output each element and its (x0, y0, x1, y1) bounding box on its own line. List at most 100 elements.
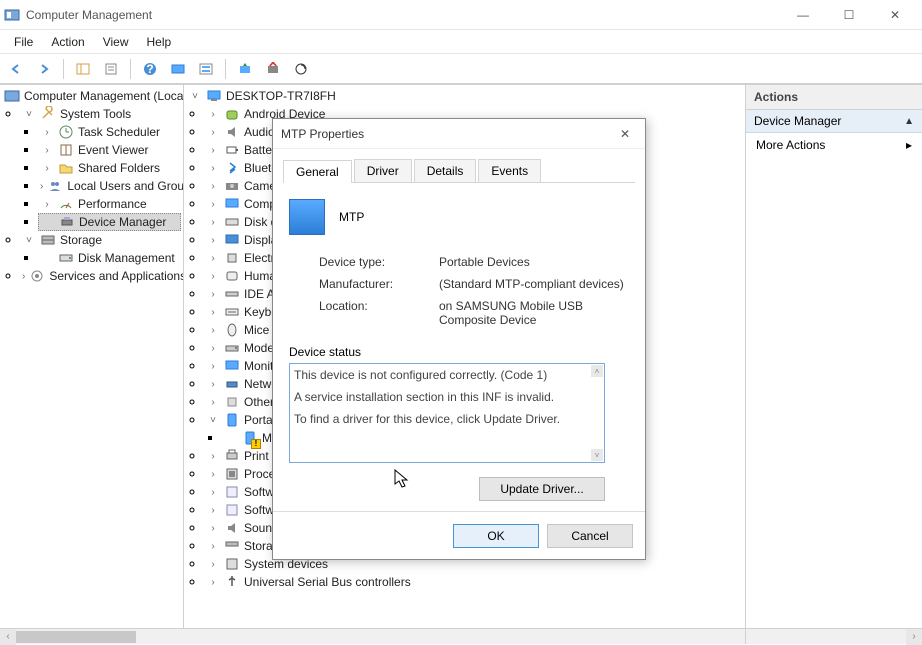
actions-header: Actions (746, 85, 922, 110)
expand-icon[interactable]: › (40, 181, 43, 192)
expand-icon[interactable]: › (40, 163, 54, 174)
menu-view[interactable]: View (95, 33, 137, 51)
tab-general[interactable]: General (283, 160, 352, 183)
folder-share-icon (58, 160, 74, 176)
menu-action[interactable]: Action (43, 33, 92, 51)
scroll-down-icon[interactable]: ˅ (591, 449, 603, 461)
collapse-icon[interactable]: ˅ (188, 91, 202, 102)
update-driver-button[interactable]: Update Driver... (479, 477, 605, 501)
computer-icon (206, 88, 222, 104)
dialog-footer: OK Cancel (273, 511, 645, 559)
expand-icon[interactable]: › (206, 325, 220, 336)
more-actions[interactable]: More Actions ▸ (746, 133, 922, 157)
expand-icon[interactable]: › (206, 163, 220, 174)
device-icon (59, 214, 75, 230)
dialog-titlebar[interactable]: MTP Properties ✕ (273, 119, 645, 149)
tab-driver[interactable]: Driver (354, 159, 412, 182)
storage-icon (40, 232, 56, 248)
update-hardware-button[interactable] (233, 57, 257, 81)
expand-icon[interactable]: › (206, 577, 220, 588)
services-icon (29, 268, 45, 284)
expand-icon[interactable]: › (206, 397, 220, 408)
device-name: MTP (339, 210, 364, 224)
minimize-button[interactable]: — (780, 0, 826, 30)
expand-icon[interactable]: › (206, 253, 220, 264)
expand-icon[interactable]: › (206, 127, 220, 138)
forward-button[interactable] (32, 57, 56, 81)
expand-icon[interactable]: › (206, 235, 220, 246)
dialog-title: MTP Properties (281, 127, 613, 141)
scroll-up-icon[interactable]: ˄ (591, 365, 603, 377)
expand-icon[interactable]: › (206, 451, 220, 462)
expand-icon[interactable]: › (206, 109, 220, 120)
expand-icon[interactable]: › (206, 361, 220, 372)
services-apps[interactable]: ›Services and Applications (20, 267, 181, 285)
scroll-left-icon[interactable]: ‹ (0, 629, 16, 645)
expand-icon[interactable]: › (206, 469, 220, 480)
expand-icon[interactable]: › (22, 271, 25, 282)
disk-management[interactable]: Disk Management (38, 249, 181, 267)
collapse-icon[interactable]: ˅ (22, 235, 36, 246)
properties-button[interactable] (99, 57, 123, 81)
storage[interactable]: ˅Storage (20, 231, 181, 249)
scroll-thumb[interactable] (16, 631, 136, 643)
portable-icon (224, 412, 240, 428)
expand-icon[interactable]: › (206, 181, 220, 192)
tab-events[interactable]: Events (478, 159, 541, 182)
manufacturer-label: Manufacturer: (319, 277, 439, 291)
expand-icon[interactable]: ˅ (206, 415, 220, 426)
event-viewer[interactable]: ›Event Viewer (38, 141, 181, 159)
expand-icon[interactable]: › (206, 559, 220, 570)
disk-icon (58, 250, 74, 266)
shared-folders[interactable]: ›Shared Folders (38, 159, 181, 177)
system-tools[interactable]: ˅ System Tools (20, 105, 181, 123)
collapse-arrow-icon[interactable]: ▲ (904, 116, 914, 127)
tree-label: Local Users and Groups (67, 179, 184, 193)
status-scrollbar[interactable]: ˄ ˅ (591, 365, 603, 461)
separator-icon (130, 59, 131, 79)
expand-icon[interactable]: › (40, 199, 54, 210)
expand-icon[interactable]: › (40, 145, 54, 156)
gauge-icon (58, 196, 74, 212)
menu-help[interactable]: Help (139, 33, 180, 51)
cancel-button[interactable]: Cancel (547, 524, 633, 548)
expand-icon[interactable]: › (206, 379, 220, 390)
close-button[interactable]: ✕ (872, 0, 918, 30)
soft-icon (224, 484, 240, 500)
help-button[interactable]: ? (138, 57, 162, 81)
tab-details[interactable]: Details (414, 159, 477, 182)
device-root[interactable]: ˅ DESKTOP-TR7I8FH (186, 87, 743, 105)
expand-icon[interactable]: › (206, 505, 220, 516)
expand-icon[interactable]: › (206, 343, 220, 354)
expand-icon[interactable]: › (206, 487, 220, 498)
expand-icon[interactable]: › (206, 307, 220, 318)
device-manager[interactable]: Device Manager (38, 213, 181, 231)
back-button[interactable] (4, 57, 28, 81)
expand-icon[interactable]: › (206, 217, 220, 228)
local-users[interactable]: › Local Users and Groups (38, 177, 181, 195)
ok-button[interactable]: OK (453, 524, 539, 548)
collapse-icon[interactable]: ˅ (22, 109, 36, 120)
task-scheduler[interactable]: ›Task Scheduler (38, 123, 181, 141)
horizontal-scrollbar[interactable]: ‹ › (0, 628, 184, 644)
device-category[interactable]: › Universal Serial Bus controllers (204, 573, 743, 591)
scan-hardware-button[interactable] (289, 57, 313, 81)
expand-icon[interactable]: › (206, 289, 220, 300)
dialog-close-button[interactable]: ✕ (613, 127, 637, 141)
expand-icon[interactable]: › (206, 541, 220, 552)
view-devices-button[interactable] (166, 57, 190, 81)
expand-icon[interactable]: › (206, 145, 220, 156)
maximize-button[interactable]: ☐ (826, 0, 872, 30)
menu-file[interactable]: File (6, 33, 41, 51)
disk-icon (224, 214, 240, 230)
expand-icon[interactable]: › (206, 271, 220, 282)
performance[interactable]: ›Performance (38, 195, 181, 213)
tree-root[interactable]: Computer Management (Local) (2, 87, 181, 105)
actions-section[interactable]: Device Manager ▲ (746, 110, 922, 133)
view-resources-button[interactable] (194, 57, 218, 81)
expand-icon[interactable]: › (206, 199, 220, 210)
uninstall-button[interactable]: ✕ (261, 57, 285, 81)
expand-icon[interactable]: › (206, 523, 220, 534)
show-hide-tree-button[interactable] (71, 57, 95, 81)
expand-icon[interactable]: › (40, 127, 54, 138)
